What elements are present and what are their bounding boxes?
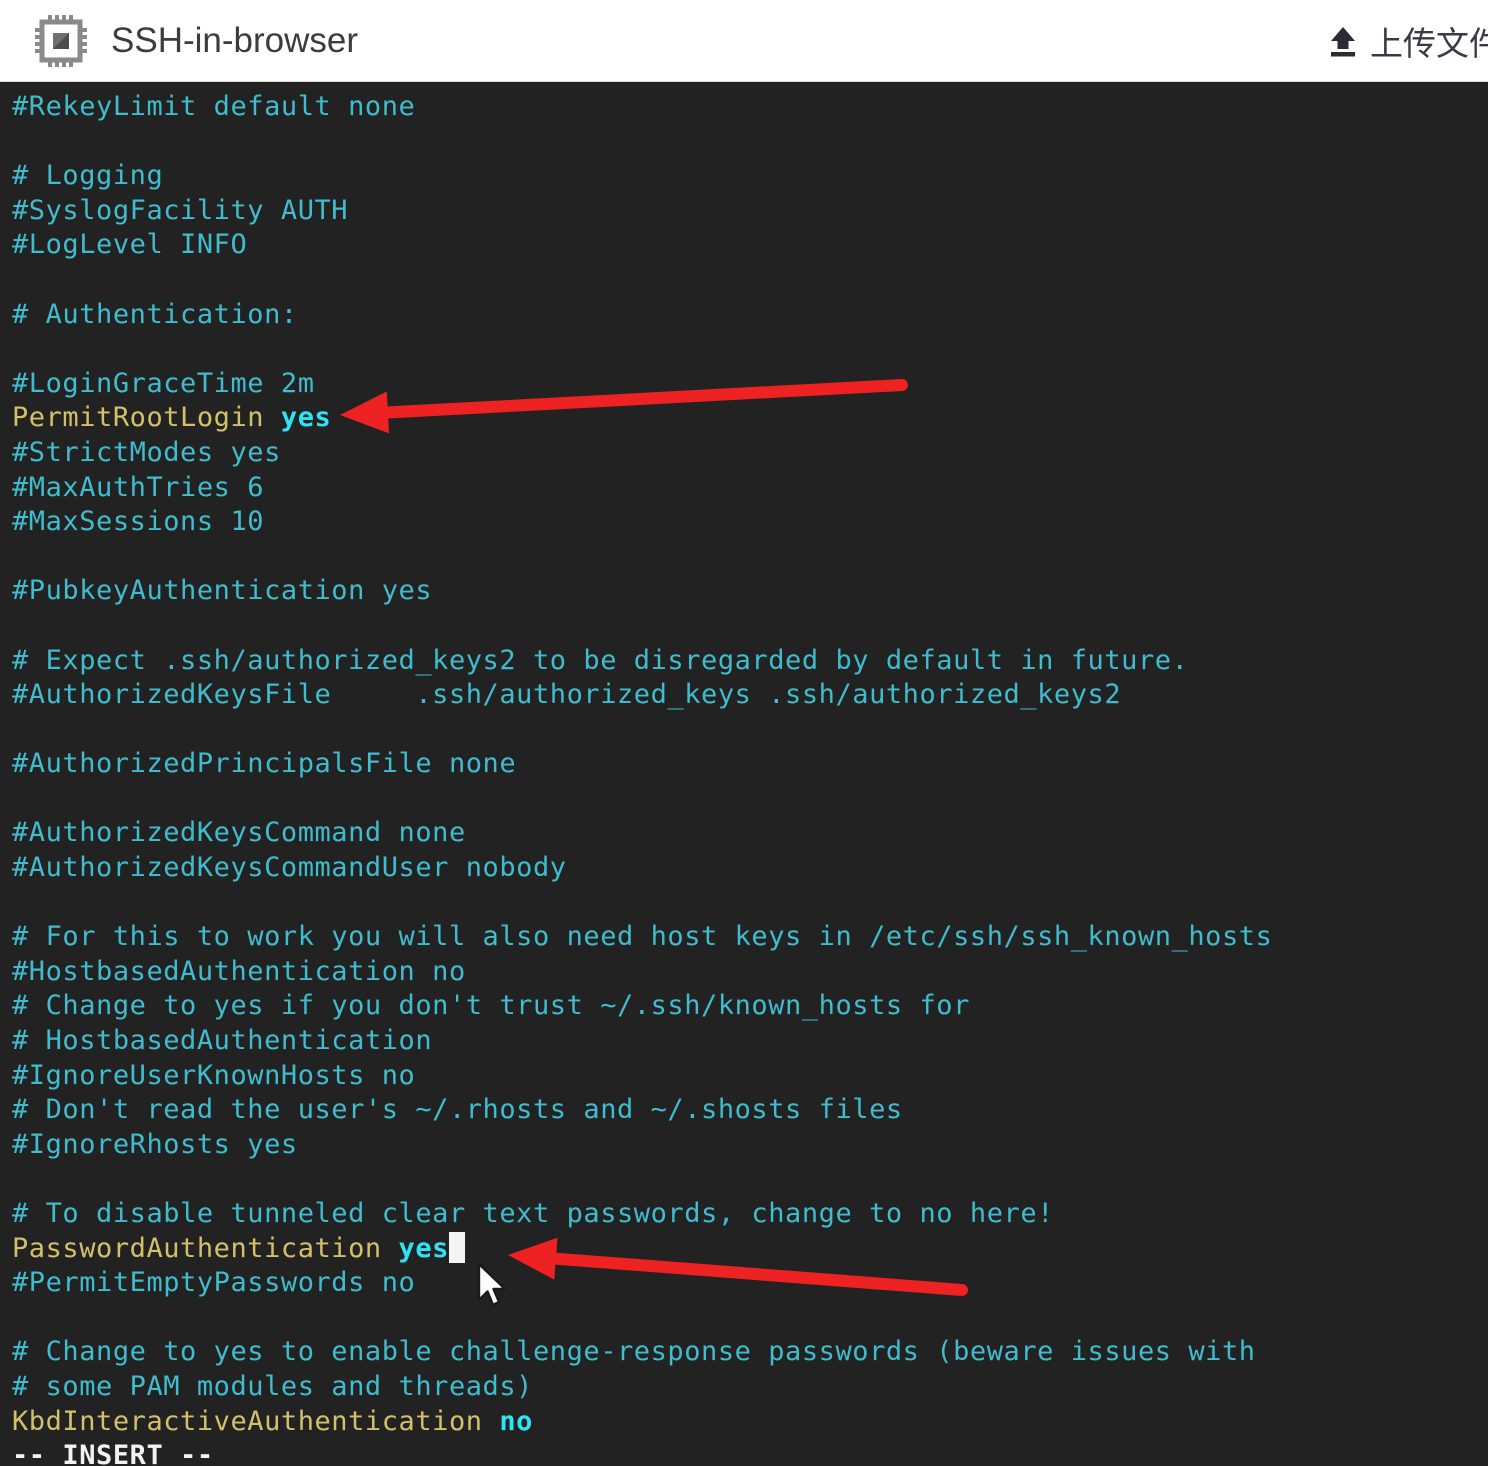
- terminal-line: #PubkeyAuthentication yes: [12, 574, 1488, 609]
- terminal-comment: #LogLevel INFO: [12, 229, 248, 261]
- terminal-comment: # Expect .ssh/authorized_keys2 to be dis…: [12, 644, 1189, 676]
- terminal-line: #IgnoreUserKnownHosts no: [12, 1059, 1488, 1094]
- terminal-line: PasswordAuthentication yes: [12, 1231, 1488, 1267]
- terminal-comment: #SyslogFacility AUTH: [12, 194, 349, 226]
- terminal-comment: # Authentication:: [12, 298, 298, 330]
- terminal-comment: # HostbasedAuthentication: [12, 1025, 433, 1057]
- terminal-comment: #AuthorizedKeysFile .ssh/authorized_keys…: [12, 679, 1122, 711]
- terminal-comment: #MaxAuthTries 6: [12, 471, 265, 503]
- terminal-line: # some PAM modules and threads): [12, 1370, 1488, 1405]
- terminal-line: -- INSERT --: [12, 1439, 1488, 1466]
- config-directive-key: KbdInteractiveAuthentication: [12, 1405, 500, 1437]
- terminal-line: #SyslogFacility AUTH: [12, 194, 1488, 229]
- terminal-line: # HostbasedAuthentication: [12, 1024, 1488, 1059]
- terminal-comment: #AuthorizedKeysCommandUser nobody: [12, 852, 567, 884]
- terminal-comment: # Don't read the user's ~/.rhosts and ~/…: [12, 1094, 903, 1126]
- terminal-line: PermitRootLogin yes: [12, 401, 1488, 436]
- terminal-line: #AuthorizedKeysFile .ssh/authorized_keys…: [12, 678, 1488, 713]
- terminal-comment: # Logging: [12, 160, 164, 192]
- terminal-line: #AuthorizedKeysCommandUser nobody: [12, 851, 1488, 886]
- terminal-line: #MaxSessions 10: [12, 505, 1488, 540]
- terminal-line: # Change to yes to enable challenge-resp…: [12, 1335, 1488, 1370]
- vim-status-line: -- INSERT --: [12, 1440, 214, 1466]
- terminal-comment: # Change to yes if you don't trust ~/.ss…: [12, 990, 970, 1022]
- terminal-line: # Change to yes if you don't trust ~/.ss…: [12, 989, 1488, 1024]
- cpu-chip-icon: [33, 13, 89, 69]
- text-cursor: [448, 1231, 465, 1263]
- config-directive-value: yes: [398, 1232, 449, 1264]
- terminal-line: # Logging: [12, 159, 1488, 194]
- terminal-comment: #IgnoreUserKnownHosts no: [12, 1059, 416, 1091]
- terminal-line: #RekeyLimit default none: [12, 90, 1488, 125]
- terminal-pane[interactable]: #RekeyLimit default none # Logging #Syslo…: [0, 82, 1488, 1466]
- terminal-line: #AuthorizedPrincipalsFile none: [12, 747, 1488, 782]
- terminal-comment: # Change to yes to enable challenge-resp…: [12, 1336, 1256, 1368]
- terminal-line: KbdInteractiveAuthentication no: [12, 1405, 1488, 1440]
- terminal-line: #AuthorizedKeysCommand none: [12, 816, 1488, 851]
- terminal-line: #LoginGraceTime 2m: [12, 367, 1488, 402]
- terminal-line: #IgnoreRhosts yes: [12, 1128, 1488, 1163]
- app-header: SSH-in-browser 上传文件: [0, 0, 1488, 82]
- mouse-pointer: [476, 1262, 510, 1310]
- terminal-comment: #IgnoreRhosts yes: [12, 1128, 298, 1160]
- terminal-comment: #PubkeyAuthentication yes: [12, 575, 433, 607]
- terminal-comment: #MaxSessions 10: [12, 506, 265, 538]
- terminal-line: #MaxAuthTries 6: [12, 471, 1488, 506]
- terminal-comment: #HostbasedAuthentication no: [12, 955, 466, 987]
- terminal-line: # Don't read the user's ~/.rhosts and ~/…: [12, 1093, 1488, 1128]
- terminal-comment: # To disable tunneled clear text passwor…: [12, 1198, 1054, 1229]
- terminal-line: # For this to work you will also need ho…: [12, 920, 1488, 955]
- upload-file-label: 上传文件: [1370, 24, 1488, 62]
- app-title: SSH-in-browser: [111, 20, 358, 60]
- terminal-comment: #AuthorizedPrincipalsFile none: [12, 748, 517, 780]
- terminal-comment: # For this to work you will also need ho…: [12, 921, 1273, 953]
- terminal-comment: # some PAM modules and threads): [12, 1370, 533, 1402]
- config-directive-value: yes: [280, 402, 332, 434]
- terminal-comment: #AuthorizedKeysCommand none: [12, 817, 466, 849]
- terminal-line: #StrictModes yes: [12, 436, 1488, 471]
- terminal-comment: #LoginGraceTime 2m: [12, 367, 315, 399]
- brand: SSH-in-browser: [33, 13, 358, 69]
- terminal-line: #PermitEmptyPasswords no: [12, 1266, 1488, 1301]
- terminal-comment: #PermitEmptyPasswords no: [12, 1267, 416, 1299]
- terminal-line: #HostbasedAuthentication no: [12, 955, 1488, 990]
- config-directive-key: PermitRootLogin: [12, 402, 281, 434]
- upload-arrow-icon: [1326, 24, 1360, 58]
- terminal-line: # Authentication:: [12, 298, 1488, 333]
- config-directive-value: no: [499, 1405, 533, 1437]
- terminal-comment: #StrictModes yes: [12, 436, 281, 468]
- terminal-line: # To disable tunneled clear text passwor…: [12, 1197, 1488, 1232]
- terminal-comment: #RekeyLimit default none: [12, 91, 416, 122]
- terminal-text: #RekeyLimit default none # Logging #Syslo…: [12, 90, 1488, 1466]
- terminal-line: #LogLevel INFO: [12, 228, 1488, 263]
- terminal-line: # Expect .ssh/authorized_keys2 to be dis…: [12, 644, 1488, 679]
- upload-file-button[interactable]: 上传文件: [1326, 17, 1488, 65]
- config-directive-key: PasswordAuthentication: [12, 1232, 399, 1264]
